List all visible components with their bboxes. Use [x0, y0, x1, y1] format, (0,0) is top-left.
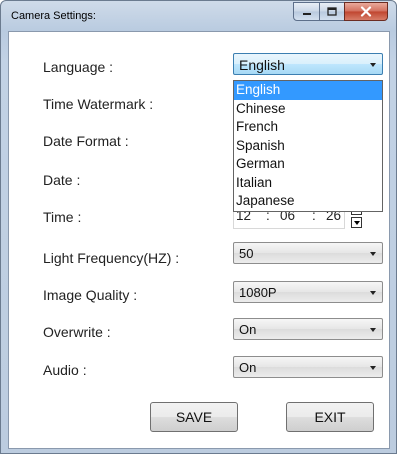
- audio-label: Audio :: [43, 362, 87, 378]
- language-dropdown-list[interactable]: English Chinese French Spanish German It…: [233, 80, 383, 212]
- close-icon: [360, 6, 372, 17]
- chevron-down-icon: [370, 366, 376, 370]
- language-label: Language :: [43, 59, 114, 75]
- chevron-down-icon: [370, 291, 376, 295]
- language-option[interactable]: Japanese: [234, 192, 382, 211]
- exit-button[interactable]: EXIT: [286, 402, 374, 432]
- overwrite-value: On: [239, 322, 257, 337]
- image-quality-value: 1080P: [239, 285, 277, 300]
- light-frequency-select[interactable]: 50: [233, 242, 383, 264]
- language-option[interactable]: German: [234, 155, 382, 174]
- maximize-button[interactable]: [319, 2, 345, 21]
- minimize-button[interactable]: [293, 2, 320, 21]
- language-select[interactable]: English: [233, 53, 383, 75]
- image-quality-select[interactable]: 1080P: [233, 281, 383, 303]
- overwrite-label: Overwrite :: [43, 324, 111, 340]
- camera-settings-window: Camera Settings: Language : Time Waterma…: [0, 0, 397, 454]
- language-option[interactable]: Spanish: [234, 137, 382, 156]
- language-select-value: English: [239, 57, 285, 73]
- language-option[interactable]: English: [234, 81, 382, 100]
- chevron-down-icon: [370, 328, 376, 332]
- time-label: Time :: [43, 209, 82, 225]
- audio-select[interactable]: On: [233, 356, 383, 378]
- date-format-label: Date Format :: [43, 133, 129, 149]
- window-title: Camera Settings:: [11, 10, 96, 22]
- date-label: Date :: [43, 172, 81, 188]
- minimize-icon: [302, 12, 311, 15]
- window-controls: [293, 2, 388, 21]
- maximize-icon: [327, 7, 337, 16]
- chevron-down-icon: [370, 63, 376, 67]
- language-option[interactable]: French: [234, 118, 382, 137]
- light-frequency-value: 50: [239, 246, 254, 261]
- settings-panel: Language : Time Watermark : Date Format …: [8, 31, 390, 449]
- light-frequency-label: Light Frequency(HZ) :: [43, 250, 180, 266]
- close-button[interactable]: [344, 2, 388, 21]
- save-button[interactable]: SAVE: [150, 402, 238, 432]
- overwrite-select[interactable]: On: [233, 318, 383, 340]
- time-watermark-label: Time Watermark :: [43, 96, 154, 112]
- audio-value: On: [239, 360, 257, 375]
- chevron-down-icon: [370, 252, 376, 256]
- title-bar[interactable]: Camera Settings:: [1, 1, 396, 31]
- language-option[interactable]: Italian: [234, 174, 382, 193]
- spin-down-icon[interactable]: [351, 217, 362, 228]
- image-quality-label: Image Quality :: [43, 287, 138, 303]
- language-option[interactable]: Chinese: [234, 100, 382, 119]
